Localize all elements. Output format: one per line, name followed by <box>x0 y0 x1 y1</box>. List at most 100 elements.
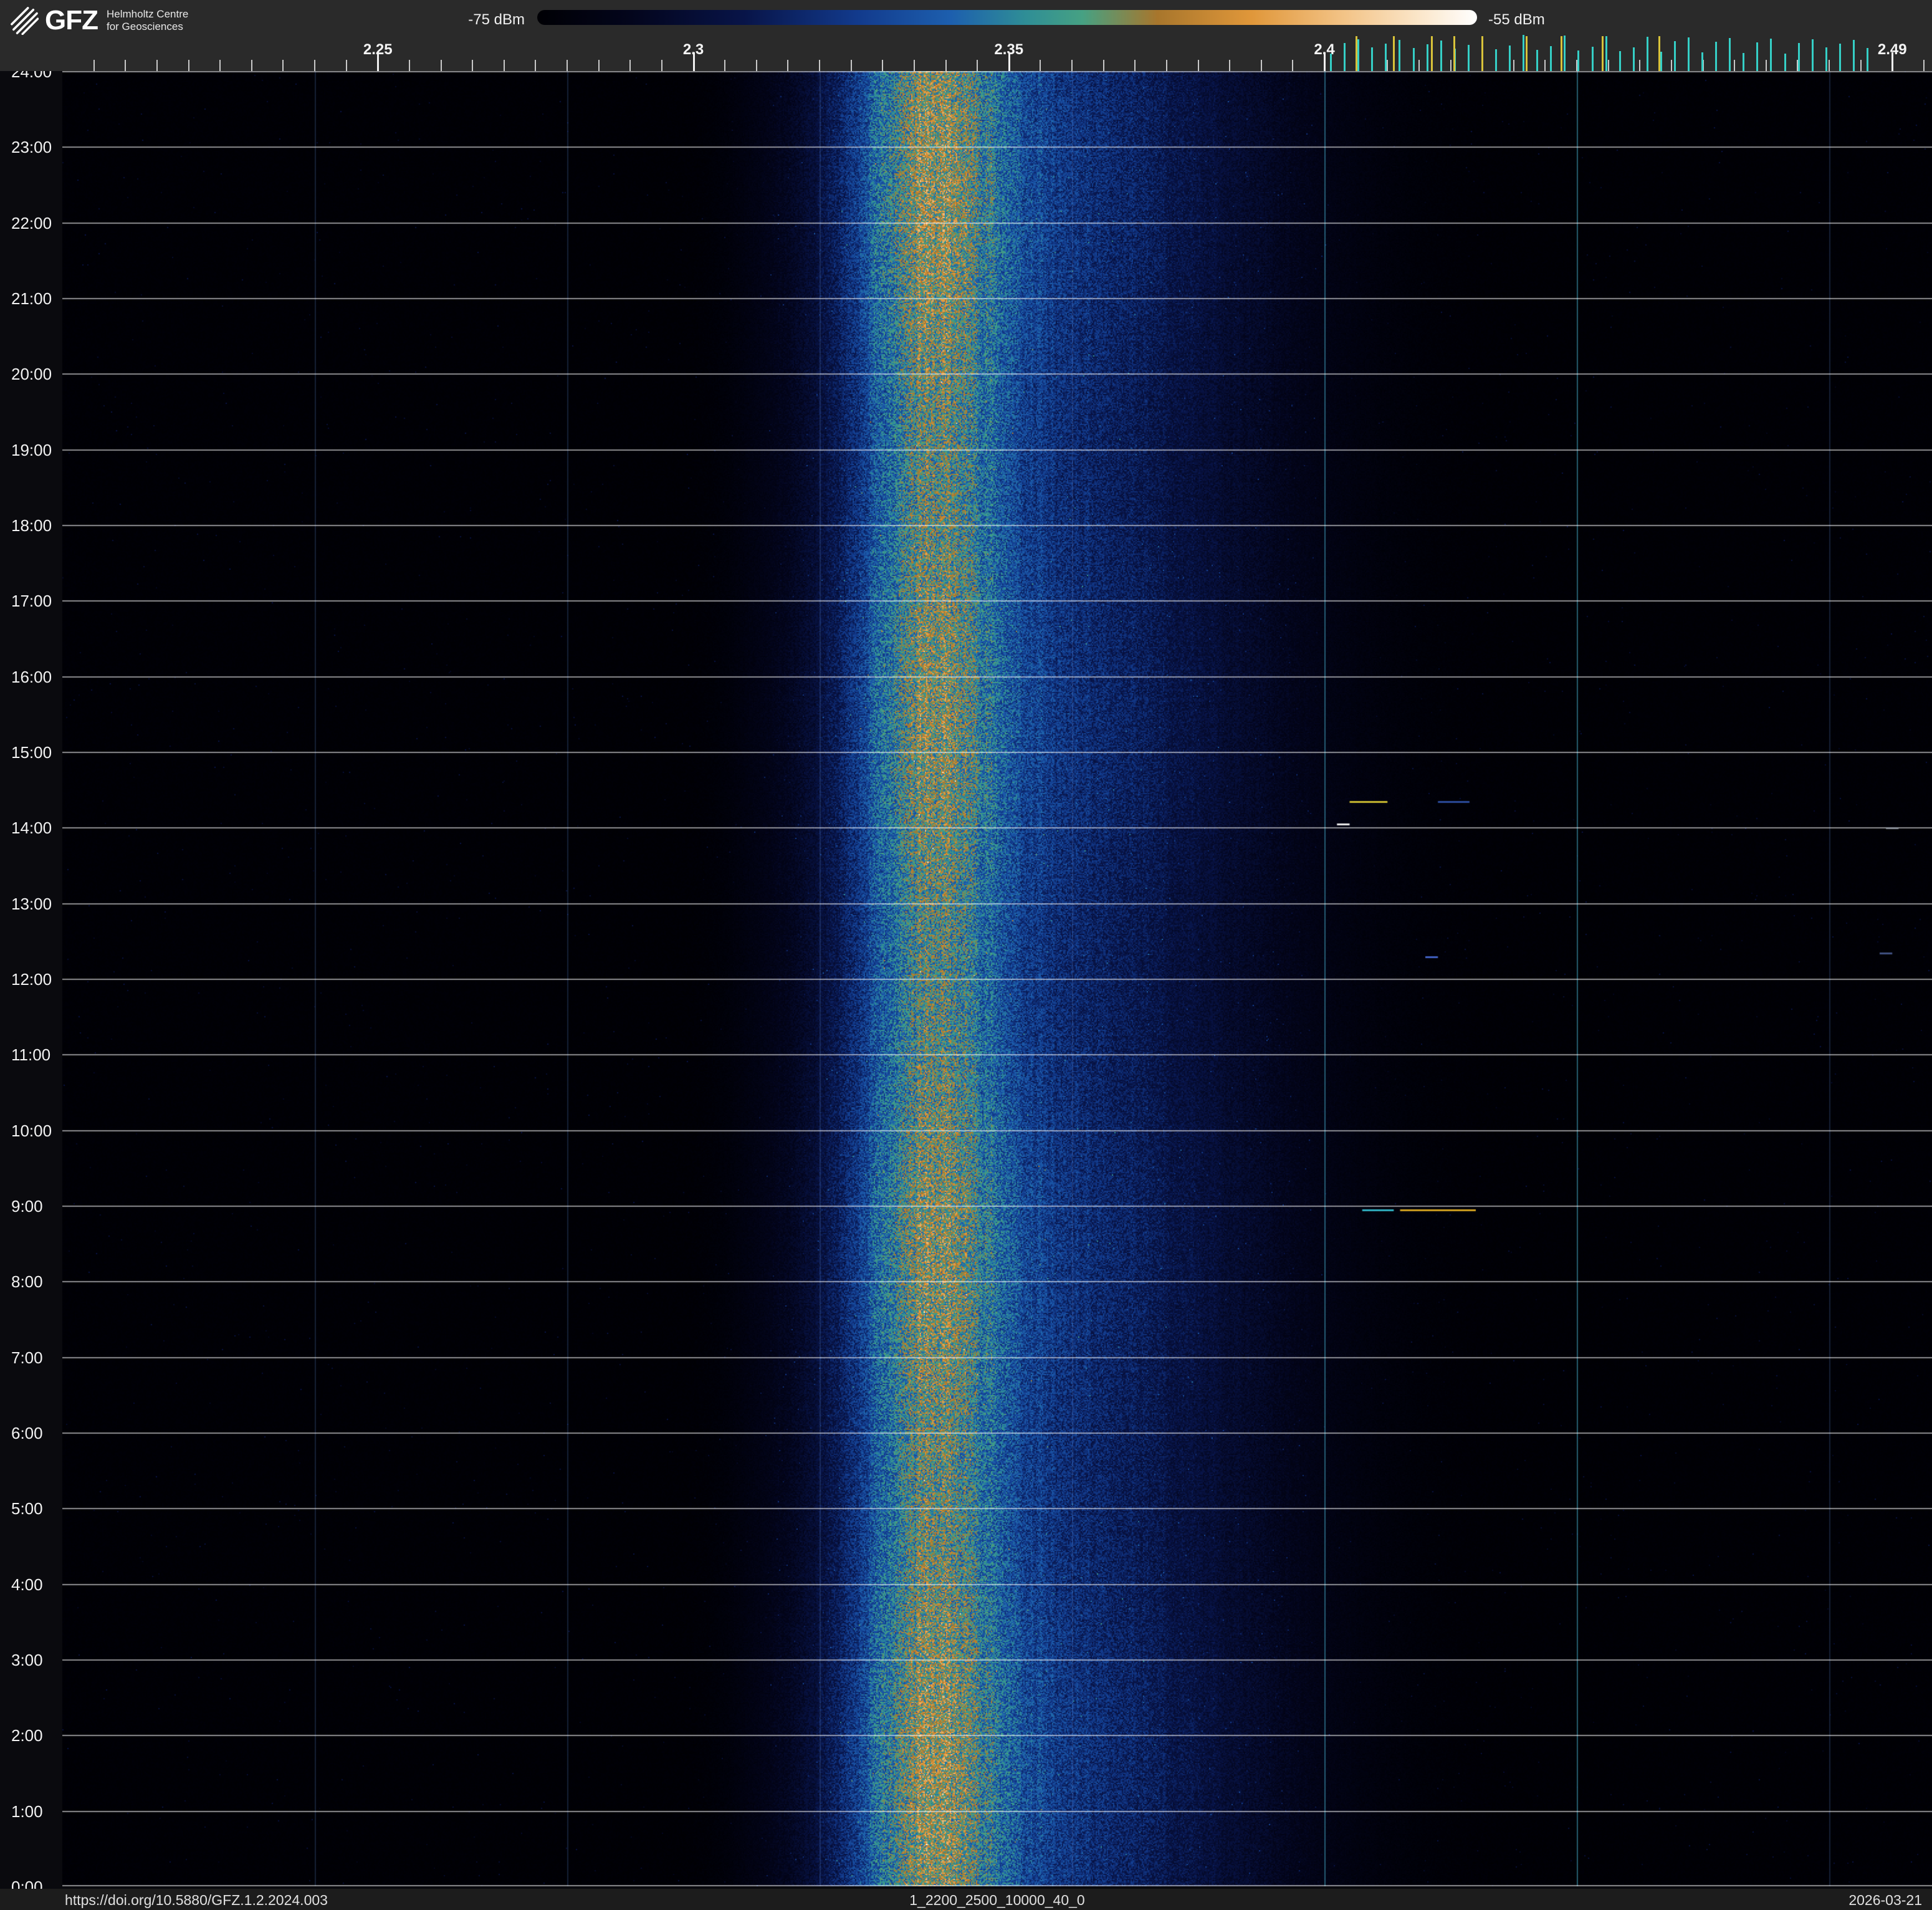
time-label: 23:00 <box>11 138 52 157</box>
freq-minor-tick <box>1229 60 1231 71</box>
freq-minor-tick <box>1418 60 1420 71</box>
time-label: 11:00 <box>11 1045 51 1065</box>
time-label: 5:00 <box>11 1499 43 1519</box>
detection-tick-yellow <box>1453 36 1455 71</box>
time-label: 2:00 <box>11 1726 43 1745</box>
time-label: 15:00 <box>11 743 52 762</box>
detection-tick-cyan <box>1577 50 1580 71</box>
freq-minor-tick <box>440 60 442 71</box>
time-label: 16:00 <box>11 667 52 686</box>
time-label: 1:00 <box>11 1802 43 1821</box>
detection-tick-cyan <box>1399 40 1401 71</box>
freq-minor-tick <box>93 60 95 71</box>
freq-minor-tick <box>724 60 726 71</box>
detection-tick-cyan <box>1591 47 1594 71</box>
detection-tick-cyan <box>1494 49 1497 71</box>
time-label: 9:00 <box>11 1197 43 1216</box>
freq-minor-tick <box>1071 60 1073 71</box>
detection-tick-cyan <box>1440 41 1442 71</box>
freq-minor-tick <box>125 60 127 71</box>
time-label: 7:00 <box>11 1348 43 1367</box>
freq-minor-tick <box>1292 60 1294 71</box>
time-label: 8:00 <box>11 1272 43 1292</box>
detection-tick-cyan <box>1605 36 1607 71</box>
detection-tick-yellow <box>1355 36 1357 71</box>
time-label: 22:00 <box>11 213 52 233</box>
time-label: 10:00 <box>11 1121 52 1140</box>
freq-minor-tick <box>661 60 662 71</box>
detection-tick-cyan <box>1797 43 1800 71</box>
detection-tick-cyan <box>1729 38 1731 71</box>
freq-minor-tick <box>819 60 820 71</box>
freq-tick-label: 2.25 <box>363 41 393 58</box>
freq-minor-tick <box>629 60 631 71</box>
freq-minor-tick <box>1734 60 1736 71</box>
detection-tick-cyan <box>1646 37 1648 71</box>
freq-minor-tick <box>314 60 315 71</box>
header-bar: GFZ Helmholtz Centre for Geosciences -75… <box>0 0 1932 71</box>
freq-minor-tick <box>1860 60 1862 71</box>
spectrogram-canvas <box>62 71 1932 1886</box>
detection-tick-yellow <box>1658 36 1660 71</box>
freq-minor-tick <box>472 60 474 71</box>
freq-minor-tick <box>1829 60 1830 71</box>
freq-minor-tick <box>882 60 884 71</box>
detection-tick-cyan <box>1550 46 1552 71</box>
detection-tick-cyan <box>1839 44 1841 71</box>
detection-tick-cyan <box>1523 35 1525 71</box>
detection-tick-cyan <box>1536 50 1539 71</box>
freq-minor-tick <box>787 60 789 71</box>
detection-tick-cyan <box>1715 42 1718 71</box>
freq-minor-tick <box>345 60 347 71</box>
detection-tick-cyan <box>1632 47 1635 71</box>
frequency-axis: 2.25 2.3 2.35 2.4 2.49 <box>0 0 1932 71</box>
detection-tick-cyan <box>1467 45 1470 71</box>
freq-minor-tick <box>1040 60 1041 71</box>
date-label: 2026-03-21 <box>1848 1892 1922 1908</box>
freq-minor-tick <box>1102 60 1104 71</box>
doi-link[interactable]: https://doi.org/10.5880/GFZ.1.2.2024.003 <box>65 1892 328 1909</box>
detection-tick-cyan <box>1619 51 1621 71</box>
freq-minor-tick <box>535 60 537 71</box>
detection-tick-cyan <box>1564 36 1566 71</box>
detection-tick-yellow <box>1560 36 1562 71</box>
freq-minor-tick <box>1670 60 1672 71</box>
detection-tick-cyan <box>1784 54 1786 71</box>
detection-tick-yellow <box>1431 36 1433 71</box>
freq-minor-tick <box>1544 60 1546 71</box>
detection-tick-yellow <box>1393 36 1395 71</box>
detection-tick-cyan <box>1743 53 1745 71</box>
time-label: 6:00 <box>11 1424 43 1442</box>
time-label: 21:00 <box>11 289 52 308</box>
detection-tick-cyan <box>1756 42 1759 71</box>
time-label: 14:00 <box>11 818 52 838</box>
freq-minor-tick <box>1765 60 1767 71</box>
detection-tick-cyan <box>1660 52 1662 71</box>
detection-tick-cyan <box>1811 39 1814 71</box>
detection-tick-cyan <box>1330 54 1332 71</box>
freq-minor-tick <box>282 60 284 71</box>
freq-tick-label: 2.35 <box>994 41 1024 58</box>
freq-minor-tick <box>188 60 189 71</box>
freq-minor-tick <box>1134 60 1136 71</box>
freq-minor-tick <box>755 60 757 71</box>
freq-minor-tick <box>913 60 915 71</box>
freq-minor-tick <box>598 60 600 71</box>
detection-tick-cyan <box>1344 43 1346 71</box>
detection-tick-yellow <box>1526 36 1528 71</box>
detection-tick-yellow <box>1601 36 1604 71</box>
detection-tick-cyan <box>1825 47 1827 71</box>
freq-minor-tick <box>1260 60 1262 71</box>
freq-minor-tick <box>850 60 852 71</box>
detection-tick-cyan <box>1673 41 1676 71</box>
freq-minor-tick <box>1450 60 1451 71</box>
time-label: 12:00 <box>11 970 52 989</box>
detection-tick-yellow <box>1481 36 1484 71</box>
freq-minor-tick <box>1639 60 1641 71</box>
freq-minor-tick <box>945 60 947 71</box>
time-label: 4:00 <box>11 1575 43 1594</box>
freq-minor-tick <box>503 60 505 71</box>
time-label: 3:00 <box>11 1651 43 1669</box>
freq-minor-tick <box>1197 60 1199 71</box>
detection-tick-cyan <box>1357 39 1360 71</box>
